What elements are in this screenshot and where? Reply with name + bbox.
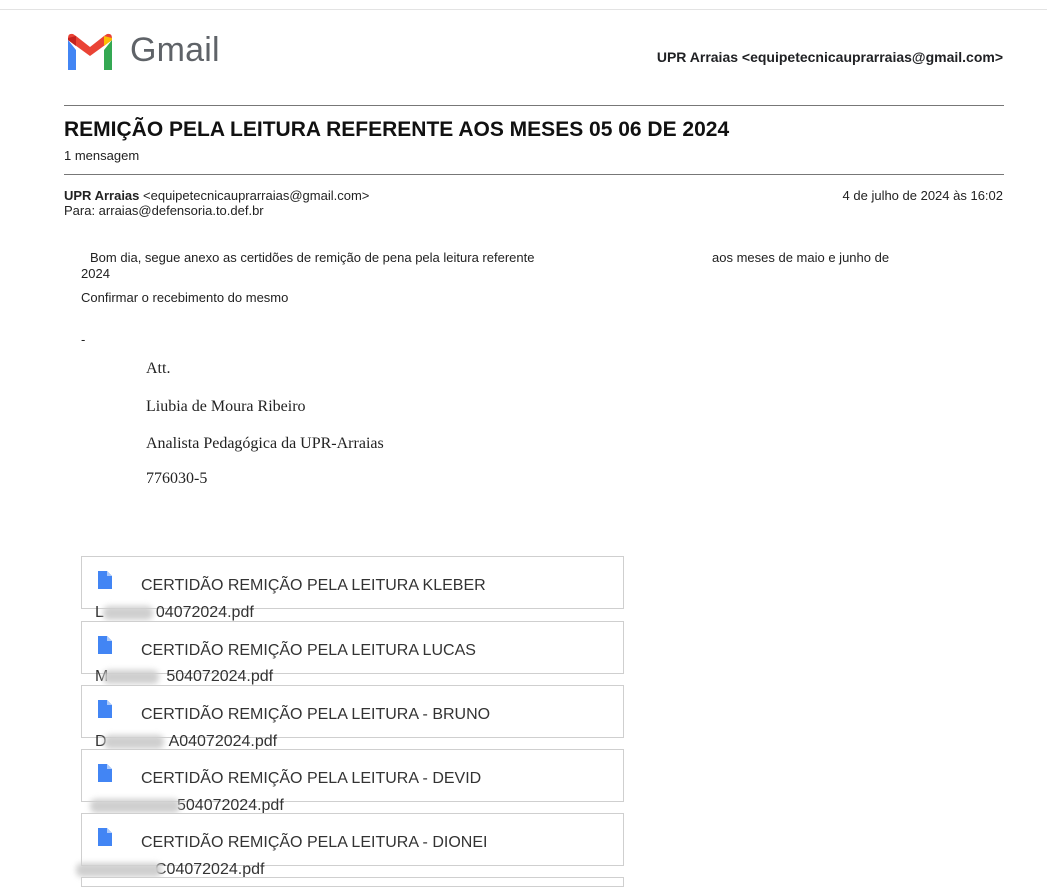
message-date: 4 de julho de 2024 às 16:02 (842, 188, 1003, 203)
header-divider (64, 105, 1004, 106)
attachment-name: CERTIDÃO REMIÇÃO PELA LEITURA - DEVID (141, 770, 482, 787)
body-text-line2: 2024 (81, 266, 110, 281)
redaction (76, 863, 162, 877)
account-label: UPR Arraias <equipetecnicauprarraias@gma… (656, 49, 1003, 65)
document-icon (98, 764, 112, 782)
redaction (103, 606, 153, 620)
sender-name: UPR Arraias (64, 188, 140, 203)
sender-line: UPR Arraias <equipetecnicauprarraias@gma… (64, 188, 369, 203)
document-icon (98, 700, 112, 718)
attachment-name: CERTIDÃO REMIÇÃO PELA LEITURA - BRUNO (141, 706, 491, 723)
signature-id: 776030-5 (146, 470, 208, 487)
attachment-item[interactable]: CERTIDÃO REMIÇÃO PELA LEITURA KLEBER (81, 556, 624, 609)
attachment-name: CERTIDÃO REMIÇÃO PELA LEITURA - DIONEI (141, 834, 488, 851)
signature-name: Liubia de Moura Ribeiro (146, 398, 306, 415)
redaction (104, 735, 164, 749)
top-divider (0, 9, 1047, 10)
attachment-name: CERTIDÃO REMIÇÃO PELA LEITURA KLEBER (141, 577, 486, 594)
body-text-line1: Bom dia, segue anexo as certidões de rem… (90, 250, 535, 265)
body-dash: - (81, 332, 86, 347)
gmail-logo-icon (68, 33, 112, 70)
subject-divider (64, 174, 1004, 175)
redaction (90, 799, 180, 813)
attachment-item[interactable]: CERTIDÃO REMIÇÃO PELA LEITURA - BRUNO (81, 685, 624, 738)
sender-email: <equipetecnicauprarraias@gmail.com> (143, 188, 370, 203)
body-text-line3: Confirmar o recebimento do mesmo (81, 290, 289, 305)
signature-att: Att. (146, 360, 171, 377)
thread-subject: REMIÇÃO PELA LEITURA REFERENTE AOS MESES… (64, 118, 730, 141)
message-count: 1 mensagem (64, 148, 140, 163)
recipient-line: Para: arraias@defensoria.to.def.br (64, 203, 264, 218)
redaction (103, 670, 159, 684)
body-text-line1-cont: aos meses de maio e junho de (712, 250, 890, 265)
document-icon (98, 828, 112, 846)
document-icon (98, 636, 112, 654)
attachment-name: CERTIDÃO REMIÇÃO PELA LEITURA LUCAS (141, 642, 476, 659)
attachment-item[interactable]: CERTIDÃO REMIÇÃO PELA LEITURA - DIONEI (81, 813, 624, 866)
gmail-logo-text: Gmail (130, 31, 220, 69)
document-icon (98, 571, 112, 589)
signature-role: Analista Pedagógica da UPR-Arraias (146, 435, 384, 452)
attachment-item[interactable]: CERTIDÃO REMIÇÃO PELA LEITURA LUCAS (81, 621, 624, 674)
attachment-item[interactable] (81, 877, 624, 887)
attachment-item[interactable]: CERTIDÃO REMIÇÃO PELA LEITURA - DEVID (81, 749, 624, 802)
